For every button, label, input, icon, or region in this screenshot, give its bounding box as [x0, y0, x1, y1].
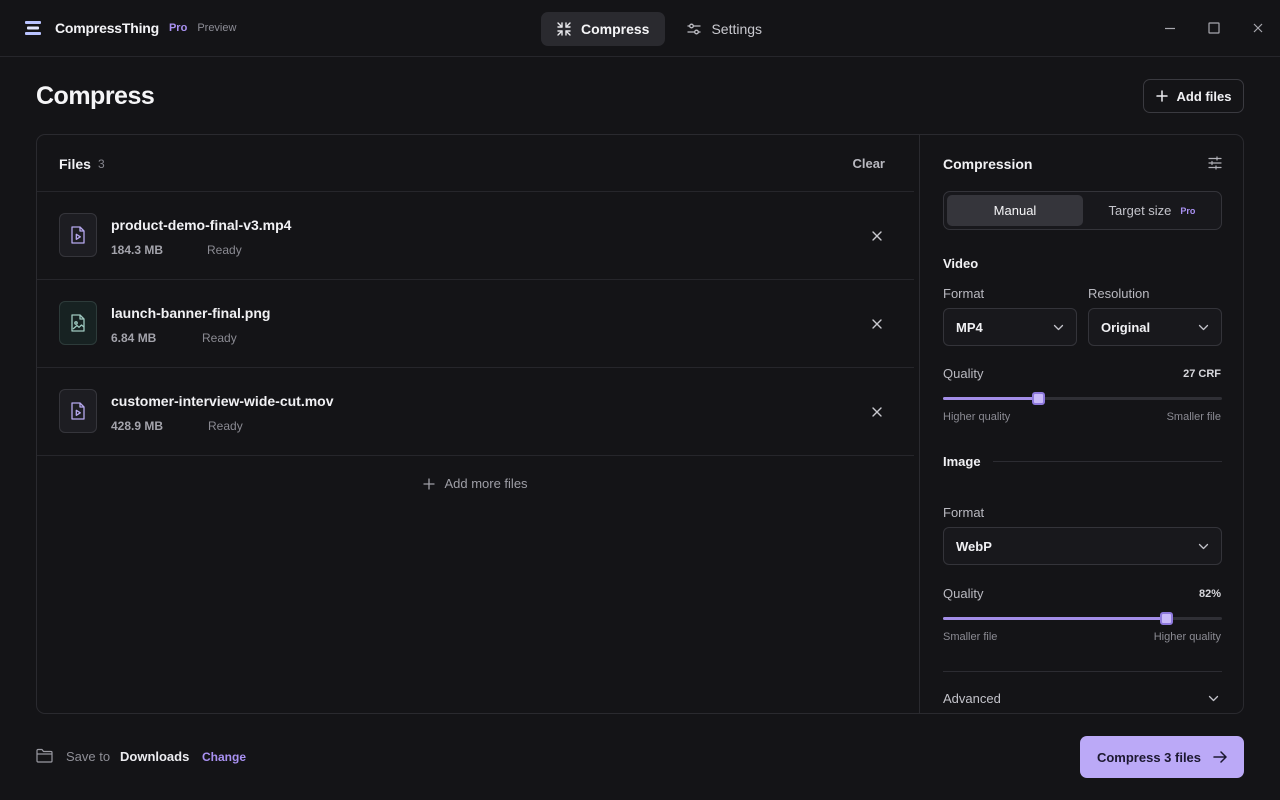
app-logo-icon	[25, 21, 41, 35]
compress-icon	[557, 22, 571, 36]
image-hint-right: Higher quality	[1153, 631, 1221, 643]
remove-file-icon[interactable]	[871, 318, 883, 330]
file-size: 184.3 MB	[111, 243, 164, 257]
save-destination: Downloads	[120, 749, 190, 764]
tune-icon[interactable]	[1208, 156, 1222, 170]
folder-icon	[36, 748, 53, 763]
file-type-badge	[59, 389, 97, 433]
close-window-icon[interactable]	[1251, 21, 1265, 35]
chevron-down-icon[interactable]	[1208, 693, 1219, 704]
preview-label: Preview	[197, 22, 237, 34]
video-resolution-label: Resolution	[1088, 286, 1150, 301]
app-name: CompressThing	[55, 20, 159, 36]
save-to-label: Save to	[66, 749, 111, 764]
video-hint-left: Higher quality	[943, 411, 1011, 423]
advanced-toggle[interactable]: Advanced	[943, 691, 1001, 706]
file-status: Ready	[208, 419, 243, 433]
mode-target-size-label: Target size	[1108, 203, 1172, 218]
image-file-icon	[71, 314, 85, 332]
compress-card: Files 3 Clear product-demo-final-v3.mp4 …	[36, 134, 1244, 714]
chevron-down-icon	[1198, 543, 1209, 550]
image-quality-thumb[interactable]	[1160, 612, 1174, 625]
video-section-title: Video	[943, 256, 979, 271]
maximize-icon[interactable]	[1207, 21, 1221, 35]
file-status: Ready	[202, 331, 237, 345]
file-size: 6.84 MB	[111, 331, 157, 345]
tab-settings-label: Settings	[711, 21, 763, 37]
file-type-badge	[59, 301, 97, 345]
compress-files-button[interactable]: Compress 3 files	[1080, 736, 1244, 778]
video-quality-slider[interactable]	[943, 392, 1222, 405]
video-format-label: Format	[943, 286, 985, 301]
video-quality-value: 27 CRF	[1183, 368, 1221, 380]
image-format-label: Format	[943, 505, 985, 520]
title-bar: CompressThing Pro Preview Compress Setti…	[0, 0, 1280, 57]
video-format-select[interactable]: MP4	[943, 308, 1077, 346]
video-resolution-value: Original	[1101, 319, 1151, 335]
remove-file-icon[interactable]	[871, 230, 883, 242]
sliders-icon	[687, 23, 702, 35]
files-count: 3	[98, 157, 105, 171]
video-quality-label: Quality	[943, 366, 984, 381]
video-file-icon	[71, 226, 85, 244]
image-section-title: Image	[943, 454, 981, 469]
image-quality-value: 82%	[1198, 588, 1221, 600]
file-status: Ready	[207, 243, 242, 257]
tab-compress-label: Compress	[581, 21, 650, 37]
compression-settings-pane: Compression Manual Target size Pro Video…	[919, 135, 1243, 713]
file-row[interactable]: product-demo-final-v3.mp4 184.3 MB Ready	[37, 192, 914, 280]
remove-file-icon[interactable]	[871, 406, 883, 418]
chevron-down-icon	[1053, 324, 1064, 331]
image-quality-label: Quality	[943, 586, 984, 601]
video-resolution-select[interactable]: Original	[1088, 308, 1222, 346]
mode-target-size[interactable]: Target size Pro	[1085, 195, 1219, 226]
file-row[interactable]: customer-interview-wide-cut.mov 428.9 MB…	[37, 368, 914, 456]
clear-button[interactable]: Clear	[852, 156, 885, 171]
files-header: Files 3 Clear	[37, 135, 914, 192]
add-files-label: Add files	[1176, 88, 1232, 104]
video-quality-thumb[interactable]	[1031, 392, 1045, 405]
file-row[interactable]: launch-banner-final.png 6.84 MB Ready	[37, 280, 914, 368]
main-nav: Compress Settings	[541, 12, 784, 46]
file-size: 428.9 MB	[111, 419, 164, 433]
files-pane: Files 3 Clear product-demo-final-v3.mp4 …	[37, 135, 914, 713]
file-name: customer-interview-wide-cut.mov	[111, 393, 334, 409]
video-hint-right: Smaller file	[1166, 411, 1221, 423]
video-file-icon	[71, 402, 85, 420]
mode-manual[interactable]: Manual	[947, 195, 1083, 226]
compression-title: Compression	[943, 156, 1033, 172]
image-quality-fill	[943, 617, 1167, 620]
video-quality-fill	[943, 397, 1038, 400]
image-format-value: WebP	[956, 538, 992, 554]
file-name: launch-banner-final.png	[111, 305, 271, 321]
plus-icon	[423, 477, 436, 490]
image-hint-left: Smaller file	[943, 631, 998, 643]
change-destination-link[interactable]: Change	[202, 750, 246, 764]
page-title: Compress	[36, 82, 155, 110]
brand: CompressThing Pro Preview	[24, 20, 236, 36]
add-more-files-label: Add more files	[444, 476, 528, 491]
advanced-divider	[943, 671, 1222, 672]
file-type-badge	[59, 213, 97, 257]
tab-compress[interactable]: Compress	[541, 12, 666, 46]
minimize-icon[interactable]	[1163, 21, 1177, 35]
video-format-value: MP4	[956, 319, 983, 335]
image-format-select[interactable]: WebP	[943, 527, 1222, 565]
tab-settings[interactable]: Settings	[671, 12, 778, 46]
add-files-button[interactable]: Add files	[1143, 79, 1244, 113]
pro-tag: Pro	[1180, 205, 1196, 216]
compress-files-label: Compress 3 files	[1096, 749, 1202, 765]
add-more-files-button[interactable]: Add more files	[37, 476, 914, 491]
image-quality-slider[interactable]	[943, 612, 1222, 625]
mode-toggle: Manual Target size Pro	[943, 191, 1222, 230]
file-name: product-demo-final-v3.mp4	[111, 217, 292, 233]
pro-badge: Pro	[168, 22, 188, 34]
plus-icon	[1155, 90, 1168, 102]
arrow-right-icon	[1213, 751, 1227, 763]
chevron-down-icon	[1198, 324, 1209, 331]
mode-manual-label: Manual	[993, 203, 1037, 218]
files-title: Files	[59, 156, 91, 172]
image-divider	[993, 461, 1222, 462]
